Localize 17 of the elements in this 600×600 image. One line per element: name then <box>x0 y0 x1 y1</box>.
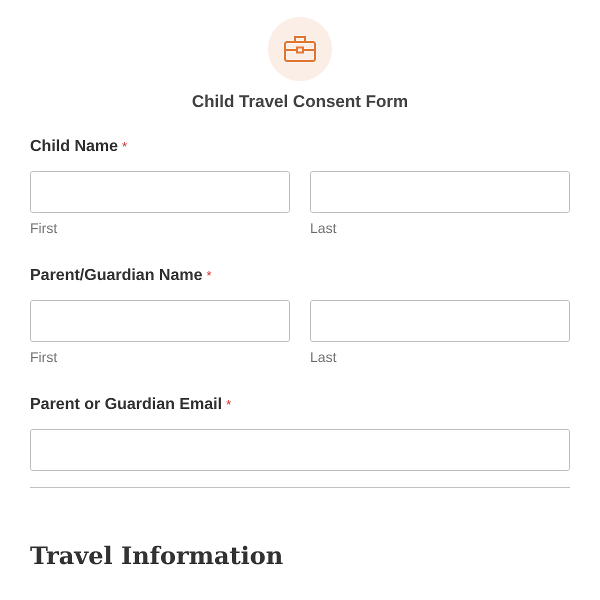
sublabel: First <box>30 219 58 237</box>
last-name-field[interactable] <box>310 171 570 213</box>
required-mark: * <box>206 267 212 285</box>
field-label: Parent/Guardian Name <box>30 266 202 286</box>
sublabel: First <box>30 348 58 366</box>
first-name-field[interactable] <box>30 300 290 342</box>
section-heading: Travel Information <box>30 540 284 572</box>
sublabel: Last <box>310 348 338 366</box>
sublabel: Last <box>310 219 338 237</box>
form-title: Child Travel Consent Form <box>192 92 408 112</box>
first-name-field[interactable] <box>30 171 290 213</box>
required-mark: * <box>226 396 232 414</box>
email-field[interactable] <box>30 429 570 471</box>
field-label: Child Name <box>30 137 118 157</box>
field-label: Parent or Guardian Email <box>30 395 222 415</box>
last-name-field[interactable] <box>310 300 570 342</box>
required-mark: * <box>122 138 128 156</box>
